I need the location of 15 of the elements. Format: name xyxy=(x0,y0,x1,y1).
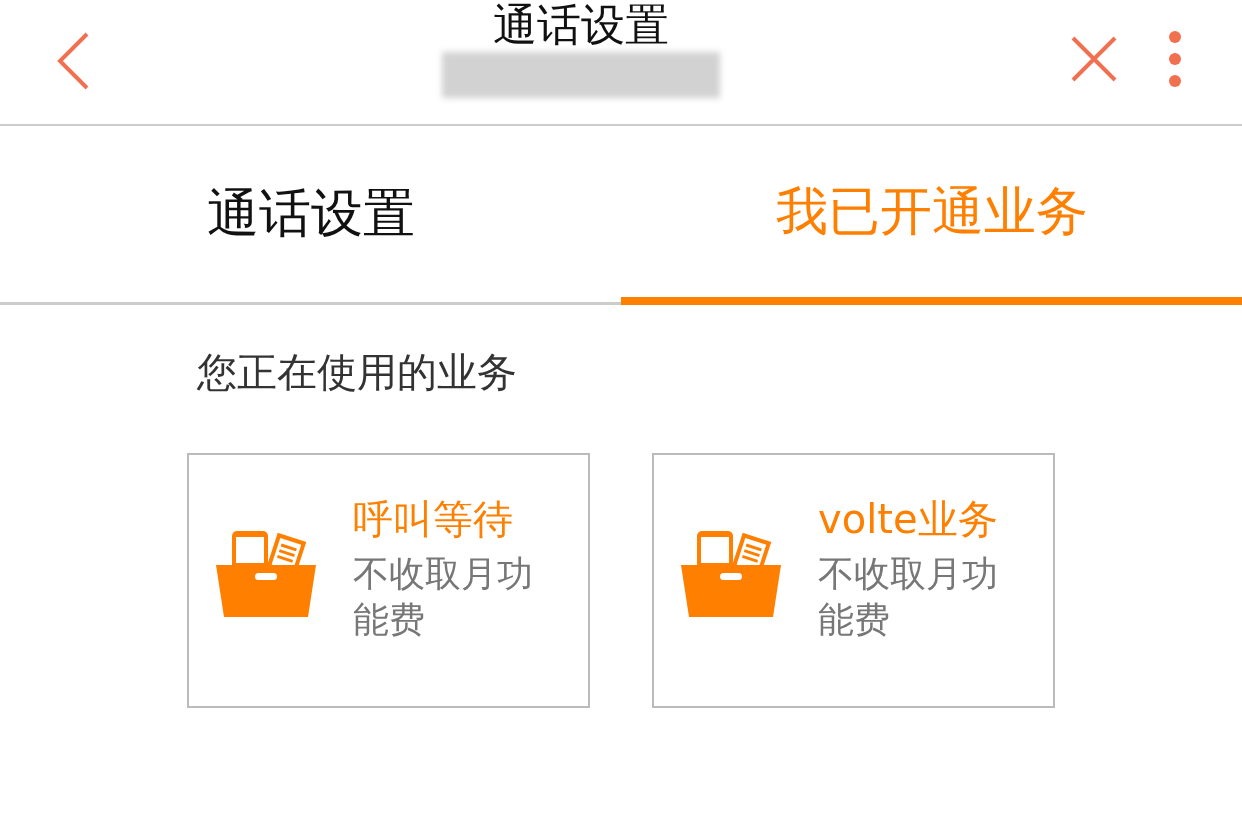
tab[interactable]: 通话设置 xyxy=(0,126,621,305)
service-card[interactable]: 呼叫等待 不收取月功能费 xyxy=(187,453,590,708)
section-title: 您正在使用的业务 xyxy=(196,348,518,397)
shopping-basket-icon xyxy=(681,531,781,617)
close-icon[interactable] xyxy=(1070,35,1118,83)
shopping-basket-icon xyxy=(216,531,316,617)
tab[interactable]: 我已开通业务 xyxy=(621,126,1242,305)
page-title: 通话设置 xyxy=(492,0,669,50)
more-icon[interactable] xyxy=(1168,30,1182,88)
back-icon[interactable] xyxy=(55,32,91,90)
service-description: 不收取月功能费 xyxy=(818,552,999,642)
service-card[interactable]: volte业务 不收取月功能费 xyxy=(652,453,1055,708)
service-name: 呼叫等待 xyxy=(353,495,514,544)
service-name: volte业务 xyxy=(818,495,999,544)
service-description: 不收取月功能费 xyxy=(353,552,534,642)
